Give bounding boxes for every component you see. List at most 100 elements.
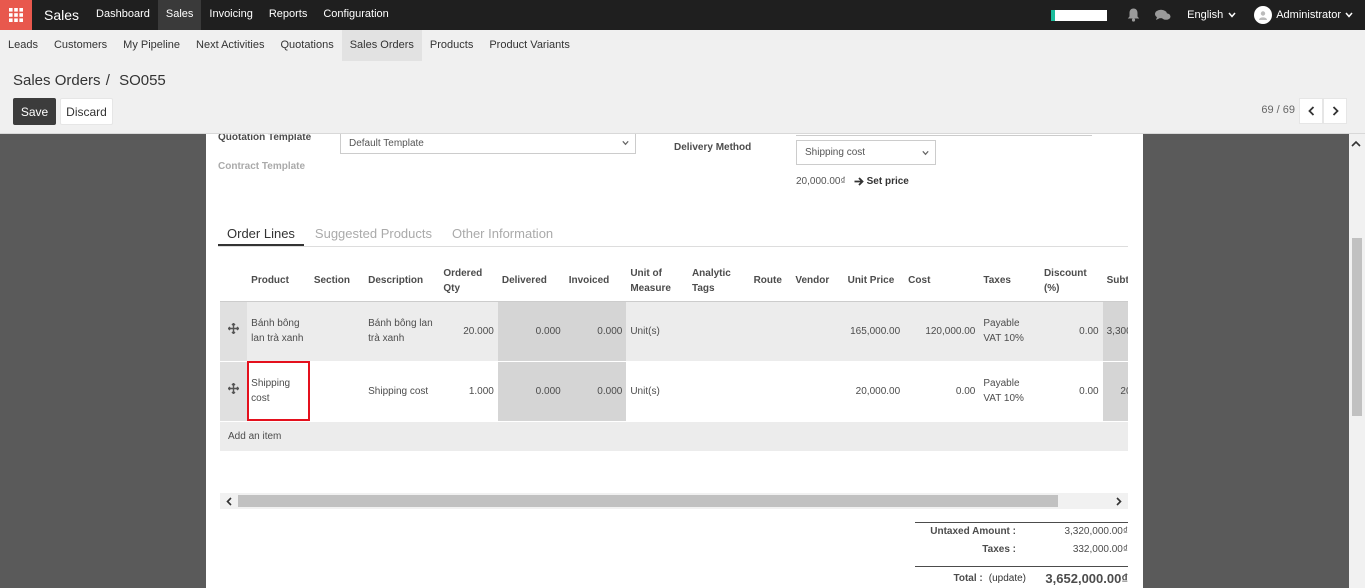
- cell-description[interactable]: Shipping cost: [364, 361, 440, 422]
- drag-handle-icon[interactable]: [220, 301, 248, 362]
- tab-other-information[interactable]: Other Information: [443, 223, 562, 246]
- cell-vendor[interactable]: [791, 361, 844, 422]
- cell-vendor[interactable]: [791, 301, 844, 362]
- cell-ordered-qty[interactable]: 1.000: [439, 361, 498, 422]
- cell-route[interactable]: [749, 361, 792, 422]
- table-row[interactable]: Shipping cost Shipping cost 1.000 0.000 …: [220, 361, 1128, 422]
- update-button[interactable]: (update): [989, 573, 1026, 584]
- cell-product[interactable]: Shipping cost: [247, 361, 310, 422]
- menu-sales[interactable]: Sales: [157, 0, 202, 30]
- menu-invoicing[interactable]: Invoicing: [201, 0, 260, 30]
- scroll-right-icon[interactable]: [1113, 495, 1125, 507]
- discard-button[interactable]: Discard: [60, 98, 113, 125]
- cell-unit-price[interactable]: 20,000.00: [843, 361, 905, 422]
- column-handle: [220, 261, 248, 302]
- order-lines-table: Product Section Description Ordered Qty …: [220, 261, 1128, 451]
- submenu-my-pipeline[interactable]: My Pipeline: [115, 30, 188, 61]
- chevron-left-icon: [1307, 106, 1314, 116]
- language-selector[interactable]: English: [1187, 9, 1236, 21]
- cell-taxes[interactable]: Payable VAT 10%: [979, 361, 1040, 422]
- taxes-row: Taxes : 332,000.00₫: [915, 540, 1128, 558]
- total-label: Total :: [953, 573, 983, 584]
- submenu-products[interactable]: Products: [422, 30, 481, 61]
- untaxed-amount-value: 3,320,000.00₫: [1064, 526, 1128, 537]
- column-ordered-qty[interactable]: Ordered Qty: [439, 261, 498, 302]
- column-product[interactable]: Product: [247, 261, 310, 302]
- menu-configuration[interactable]: Configuration: [315, 0, 396, 30]
- pager-previous-button[interactable]: [1299, 98, 1323, 124]
- submenu-next-activities[interactable]: Next Activities: [188, 30, 272, 61]
- set-price-button[interactable]: Set price: [854, 176, 909, 187]
- pager-value[interactable]: 69 / 69: [1261, 104, 1295, 116]
- drag-handle-icon[interactable]: [220, 361, 248, 422]
- quotation-template-select[interactable]: Default Template: [340, 134, 636, 154]
- column-analytic-tags[interactable]: Analytic Tags: [687, 261, 750, 302]
- tab-order-lines[interactable]: Order Lines: [218, 223, 304, 246]
- table-row[interactable]: Bánh bông lan trà xanh Bánh bông lan trà…: [220, 301, 1128, 362]
- cell-analytic-tags[interactable]: [687, 301, 750, 362]
- chevron-down-icon: [1228, 12, 1236, 18]
- add-item-link[interactable]: Add an item: [220, 421, 1128, 451]
- column-unit-of-measure[interactable]: Unit of Measure: [626, 261, 688, 302]
- cell-description[interactable]: Bánh bông lan trà xanh: [364, 301, 440, 362]
- scroll-up-icon[interactable]: [1351, 138, 1361, 150]
- submenu-leads[interactable]: Leads: [0, 30, 46, 61]
- cell-unit-price[interactable]: 165,000.00: [843, 301, 905, 362]
- cell-cost[interactable]: 0.00: [904, 361, 980, 422]
- cell-ordered-qty[interactable]: 20.000: [439, 301, 498, 362]
- cell-taxes[interactable]: Payable VAT 10%: [979, 301, 1040, 362]
- column-taxes[interactable]: Taxes: [979, 261, 1040, 302]
- untaxed-amount-label: Untaxed Amount :: [930, 526, 1016, 537]
- save-button[interactable]: Save: [13, 98, 56, 125]
- column-description[interactable]: Description: [364, 261, 440, 302]
- horizontal-scrollbar[interactable]: [220, 493, 1128, 509]
- breadcrumb-parent[interactable]: Sales Orders: [13, 72, 101, 89]
- delivery-method-select[interactable]: Shipping cost: [796, 140, 936, 165]
- cell-subtotal: 20,000: [1102, 361, 1128, 422]
- column-discount[interactable]: Discount (%): [1039, 261, 1103, 302]
- apps-menu-icon[interactable]: [0, 0, 32, 30]
- submenu-product-variants[interactable]: Product Variants: [481, 30, 578, 61]
- app-name[interactable]: Sales: [32, 7, 88, 23]
- column-vendor[interactable]: Vendor: [791, 261, 844, 302]
- horizontal-scrollbar-thumb[interactable]: [238, 495, 1058, 507]
- add-item-row: Add an item: [220, 421, 1128, 451]
- vertical-scrollbar[interactable]: [1349, 134, 1365, 588]
- submenu-sales-orders[interactable]: Sales Orders: [341, 30, 422, 61]
- column-invoiced[interactable]: Invoiced: [564, 261, 627, 302]
- sub-menu: Leads Customers My Pipeline Next Activit…: [0, 30, 1365, 61]
- cell-subtotal: 3,300,000: [1102, 301, 1128, 362]
- company-indicator[interactable]: [1051, 9, 1108, 21]
- quotation-template-label: Quotation Template: [218, 134, 312, 143]
- cell-uom[interactable]: Unit(s): [626, 301, 688, 362]
- cell-discount[interactable]: 0.00: [1039, 301, 1103, 362]
- cell-section[interactable]: [309, 361, 365, 422]
- breadcrumb: Sales Orders / SO055: [13, 72, 166, 89]
- column-unit-price[interactable]: Unit Price: [843, 261, 905, 302]
- vertical-scrollbar-thumb[interactable]: [1352, 238, 1362, 416]
- scroll-left-icon[interactable]: [223, 495, 235, 507]
- cell-section[interactable]: [309, 301, 365, 362]
- bell-icon[interactable]: [1123, 0, 1143, 30]
- cell-uom[interactable]: Unit(s): [626, 361, 688, 422]
- column-section[interactable]: Section: [309, 261, 365, 302]
- menu-reports[interactable]: Reports: [261, 0, 316, 30]
- menu-dashboard[interactable]: Dashboard: [88, 0, 158, 30]
- cell-discount[interactable]: 0.00: [1039, 361, 1103, 422]
- tab-suggested-products[interactable]: Suggested Products: [306, 223, 441, 246]
- column-delivered[interactable]: Delivered: [497, 261, 565, 302]
- cell-route[interactable]: [749, 301, 792, 362]
- user-menu[interactable]: Administrator: [1254, 6, 1353, 24]
- column-route[interactable]: Route: [749, 261, 792, 302]
- cell-product[interactable]: Bánh bông lan trà xanh: [247, 301, 310, 362]
- pager-next-button[interactable]: [1323, 98, 1347, 124]
- submenu-customers[interactable]: Customers: [46, 30, 115, 61]
- column-subtotal[interactable]: Subtotal: [1102, 261, 1128, 302]
- submenu-quotations[interactable]: Quotations: [273, 30, 342, 61]
- cell-cost[interactable]: 120,000.00: [904, 301, 980, 362]
- cell-analytic-tags[interactable]: [687, 361, 750, 422]
- chevron-down-icon: [622, 140, 629, 146]
- delivery-method-value: Shipping cost: [805, 147, 866, 158]
- column-cost[interactable]: Cost: [904, 261, 980, 302]
- chat-icon[interactable]: [1153, 0, 1173, 30]
